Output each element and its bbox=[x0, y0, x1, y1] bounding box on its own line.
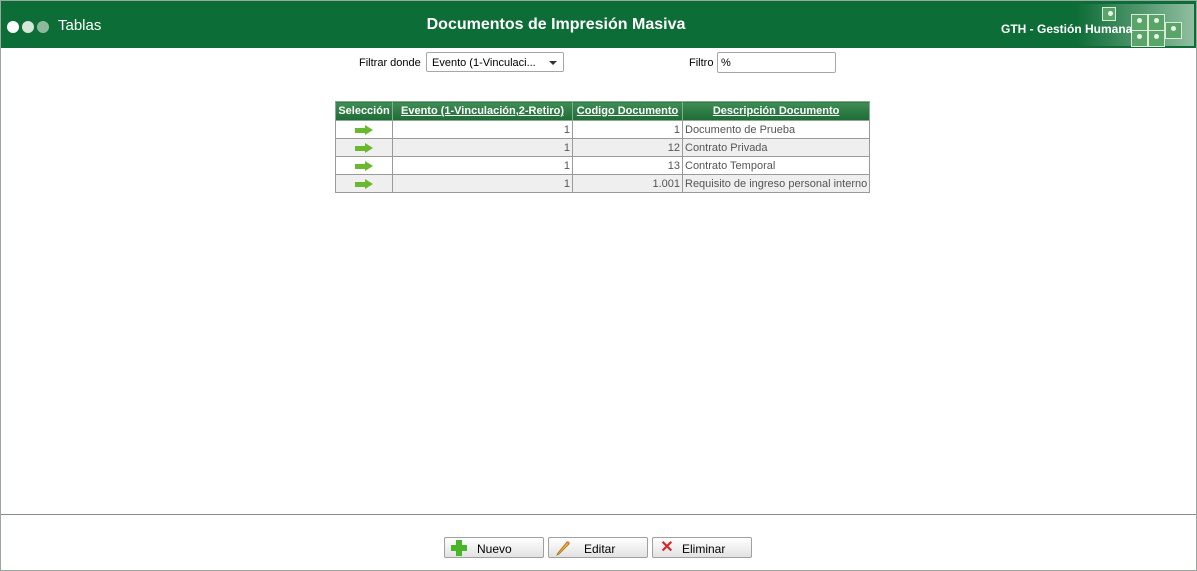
edit-button-label: Editar bbox=[584, 542, 616, 556]
descripcion-cell: Contrato Privada bbox=[681, 138, 871, 157]
footer-divider bbox=[1, 514, 1196, 515]
filter-field-label: Filtrar donde bbox=[359, 57, 421, 69]
chevron-down-icon bbox=[549, 61, 557, 65]
filter-value-label: Filtro bbox=[689, 57, 714, 69]
edit-button[interactable]: Editar bbox=[548, 537, 648, 558]
evento-cell: 1 bbox=[392, 156, 573, 175]
codigo-cell: 1 bbox=[572, 120, 683, 139]
close-icon: ✕ bbox=[660, 539, 674, 556]
evento-cell: 1 bbox=[392, 138, 573, 157]
arrow-right-icon[interactable] bbox=[355, 160, 373, 171]
new-button[interactable]: Nuevo bbox=[444, 537, 544, 558]
plus-icon bbox=[451, 540, 467, 556]
table-row: 1 1.001 Requisito de ingreso personal in… bbox=[335, 174, 871, 193]
filter-field-select[interactable]: Evento (1-Vinculaci... bbox=[426, 52, 564, 72]
table-header-row: Selección Evento (1-Vinculación,2-Retiro… bbox=[335, 101, 871, 121]
arrow-right-icon[interactable] bbox=[355, 142, 373, 153]
app-frame bbox=[0, 0, 1197, 571]
codigo-cell: 13 bbox=[572, 156, 683, 175]
descripcion-cell: Documento de Prueba bbox=[681, 120, 871, 139]
select-cell[interactable] bbox=[335, 120, 393, 139]
arrow-right-icon[interactable] bbox=[355, 178, 373, 189]
select-cell[interactable] bbox=[335, 138, 393, 157]
codigo-cell: 1.001 bbox=[572, 174, 683, 193]
table-row: 1 13 Contrato Temporal bbox=[335, 156, 871, 175]
descripcion-cell: Contrato Temporal bbox=[681, 156, 871, 175]
evento-cell: 1 bbox=[392, 120, 573, 139]
app-header: Tablas Documentos de Impresión Masiva GT… bbox=[1, 1, 1196, 48]
app-name: GTH - Gestión Humana bbox=[1001, 22, 1133, 36]
pencil-icon bbox=[555, 540, 571, 556]
delete-button[interactable]: ✕ Eliminar bbox=[652, 537, 752, 558]
column-header-descripcion[interactable]: Descripción Documento bbox=[681, 101, 871, 121]
evento-cell: 1 bbox=[392, 174, 573, 193]
new-button-label: Nuevo bbox=[477, 542, 512, 556]
delete-button-label: Eliminar bbox=[682, 542, 726, 556]
table-row: 1 1 Documento de Prueba bbox=[335, 120, 871, 139]
descripcion-cell: Requisito de ingreso personal interno bbox=[681, 174, 871, 193]
arrow-right-icon[interactable] bbox=[355, 124, 373, 135]
column-header-seleccion: Selección bbox=[335, 101, 393, 121]
page-title: Documentos de Impresión Masiva bbox=[426, 16, 686, 33]
column-header-codigo[interactable]: Codigo Documento bbox=[572, 101, 683, 121]
filter-value-input[interactable] bbox=[717, 52, 836, 73]
filter-field-value: Evento (1-Vinculaci... bbox=[432, 57, 536, 69]
select-cell[interactable] bbox=[335, 156, 393, 175]
select-cell[interactable] bbox=[335, 174, 393, 193]
table-row: 1 12 Contrato Privada bbox=[335, 138, 871, 157]
codigo-cell: 12 bbox=[572, 138, 683, 157]
documents-table: Selección Evento (1-Vinculación,2-Retiro… bbox=[335, 101, 871, 193]
column-header-evento[interactable]: Evento (1-Vinculación,2-Retiro) bbox=[392, 101, 573, 121]
